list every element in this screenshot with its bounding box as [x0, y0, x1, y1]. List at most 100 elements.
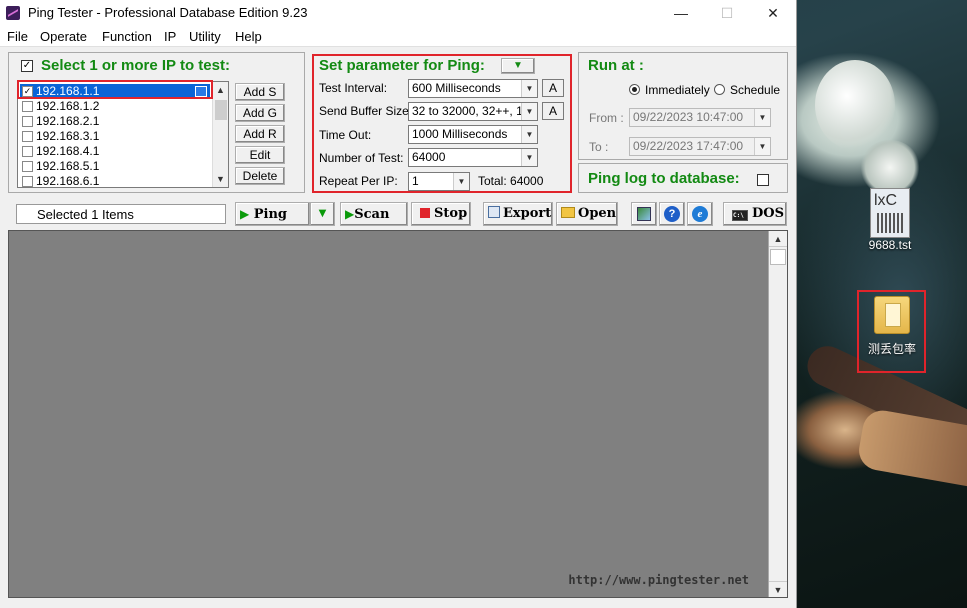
checkbox[interactable]: [22, 131, 33, 142]
checkbox[interactable]: [22, 116, 33, 127]
menu-ip[interactable]: IP: [164, 29, 176, 44]
app-icon: [6, 6, 20, 20]
scroll-down-icon[interactable]: ▼: [769, 581, 787, 597]
dos-button[interactable]: C:\ DOS: [723, 202, 787, 226]
menu-bar: File Operate Function IP Utility Help: [0, 27, 796, 47]
total-label: Total: 64000: [478, 174, 544, 188]
select-all-checkbox[interactable]: ✓: [21, 60, 33, 72]
ping-button[interactable]: ▶ Ping: [235, 202, 310, 226]
scroll-up-icon[interactable]: ▲: [213, 82, 228, 98]
menu-function[interactable]: Function: [102, 29, 152, 44]
ip-list-scrollbar[interactable]: ▲ ▼: [212, 82, 228, 187]
tst-file-icon: lxC: [870, 188, 910, 238]
list-item[interactable]: 192.168.6.1: [20, 174, 210, 187]
scroll-up-icon[interactable]: ▲: [769, 231, 787, 247]
edit-icon[interactable]: [195, 86, 207, 97]
scroll-thumb[interactable]: [215, 100, 227, 120]
help-icon: ?: [664, 206, 680, 222]
app-window: Ping Tester - Professional Database Edit…: [0, 0, 797, 608]
to-label: To :: [589, 140, 609, 154]
menu-operate[interactable]: Operate: [40, 29, 87, 44]
send-buffer-label: Send Buffer Size:: [319, 104, 413, 118]
schedule-label: Schedule: [730, 83, 781, 97]
ip-panel-heading: Select 1 or more IP to test:: [41, 57, 230, 74]
schedule-radio[interactable]: [714, 84, 725, 95]
network-tool-button[interactable]: [631, 202, 657, 226]
repeat-select[interactable]: 1 ▼: [408, 172, 470, 191]
delete-button[interactable]: Delete: [235, 167, 285, 185]
checkbox[interactable]: [22, 161, 33, 172]
interval-a-button[interactable]: A: [542, 79, 564, 97]
num-tests-select[interactable]: 64000 ▼: [408, 148, 538, 167]
folder-icon: [874, 296, 910, 334]
immediately-radio[interactable]: [629, 84, 640, 95]
chevron-down-icon[interactable]: ▼: [754, 138, 770, 155]
ping-dropdown-button[interactable]: ▼: [310, 202, 335, 226]
num-tests-label: Number of Test:: [319, 151, 404, 165]
close-button[interactable]: ✕: [750, 0, 796, 27]
list-item[interactable]: 192.168.4.1: [20, 144, 210, 159]
stop-button[interactable]: Stop: [411, 202, 471, 226]
desktop-icon-folder[interactable]: 测丢包率: [859, 296, 925, 357]
chevron-down-icon[interactable]: ▼: [521, 80, 537, 97]
run-at-panel: Run at : Immediately Schedule From : 09/…: [578, 52, 788, 160]
scroll-down-icon[interactable]: ▼: [213, 171, 228, 187]
chevron-down-icon[interactable]: ▼: [754, 109, 770, 126]
title-bar[interactable]: Ping Tester - Professional Database Edit…: [0, 0, 796, 27]
log-scrollbar[interactable]: ▲ ▼: [768, 231, 787, 597]
menu-file[interactable]: File: [7, 29, 28, 44]
list-item[interactable]: 192.168.3.1: [20, 129, 210, 144]
chevron-down-icon[interactable]: ▼: [521, 103, 537, 120]
immediately-label: Immediately: [645, 83, 710, 97]
list-item[interactable]: ✓ 192.168.1.1: [20, 84, 210, 99]
browser-button[interactable]: e: [687, 202, 713, 226]
ping-log-area[interactable]: ▲ ▼ http://www.pingtester.net: [8, 230, 788, 598]
send-buffer-select[interactable]: 32 to 32000, 32++, 1 ▼: [408, 102, 538, 121]
timeout-select[interactable]: 1000 Milliseconds ▼: [408, 125, 538, 144]
add-r-button[interactable]: Add R: [235, 125, 285, 143]
test-interval-select[interactable]: 600 Milliseconds ▼: [408, 79, 538, 98]
browser-icon: e: [692, 206, 708, 222]
play-icon: ▶: [345, 207, 355, 221]
edit-button[interactable]: Edit: [235, 146, 285, 164]
to-datetime[interactable]: 09/22/2023 17:47:00 ▼: [629, 137, 771, 156]
website-link[interactable]: http://www.pingtester.net: [568, 573, 749, 587]
menu-help[interactable]: Help: [235, 29, 262, 44]
log-db-label: Ping log to database:: [588, 170, 740, 187]
param-heading: Set parameter for Ping:: [319, 57, 485, 74]
export-icon: [488, 206, 500, 218]
chevron-down-icon[interactable]: ▼: [453, 173, 469, 190]
from-datetime[interactable]: 09/22/2023 10:47:00 ▼: [629, 108, 771, 127]
param-panel: Set parameter for Ping: ▼ Test Interval:…: [311, 52, 573, 193]
play-icon: ▶: [240, 207, 250, 221]
folder-open-icon: [561, 207, 575, 218]
stop-icon: [420, 208, 430, 218]
log-db-checkbox[interactable]: [757, 174, 769, 186]
add-g-button[interactable]: Add G: [235, 104, 285, 122]
checkbox[interactable]: [22, 176, 33, 187]
help-button[interactable]: ?: [659, 202, 685, 226]
scroll-thumb[interactable]: [770, 249, 786, 265]
add-s-button[interactable]: Add S: [235, 83, 285, 101]
checkbox[interactable]: [22, 146, 33, 157]
log-db-panel: Ping log to database:: [578, 163, 788, 193]
chevron-down-icon[interactable]: ▼: [521, 149, 537, 166]
export-button[interactable]: Export: [483, 202, 553, 226]
list-item[interactable]: 192.168.2.1: [20, 114, 210, 129]
menu-utility[interactable]: Utility: [189, 29, 221, 44]
maximize-button[interactable]: ☐: [704, 0, 750, 27]
checkbox[interactable]: [22, 101, 33, 112]
open-button[interactable]: Open: [556, 202, 618, 226]
list-item[interactable]: 192.168.1.2: [20, 99, 210, 114]
desktop-icon-tst[interactable]: lxC 9688.tst: [857, 188, 923, 252]
minimize-button[interactable]: —: [658, 0, 704, 27]
checkbox[interactable]: ✓: [22, 86, 33, 97]
chevron-down-icon[interactable]: ▼: [521, 126, 537, 143]
buffer-a-button[interactable]: A: [542, 102, 564, 120]
ip-list[interactable]: ✓ 192.168.1.1 192.168.1.2 192.168.2.1 192…: [17, 81, 229, 188]
scan-ip-button[interactable]: ▶Scan ip: [340, 202, 408, 244]
terminal-icon: C:\: [732, 210, 748, 221]
window-title: Ping Tester - Professional Database Edit…: [28, 5, 308, 20]
list-item[interactable]: 192.168.5.1: [20, 159, 210, 174]
param-dropdown-button[interactable]: ▼: [501, 58, 535, 74]
